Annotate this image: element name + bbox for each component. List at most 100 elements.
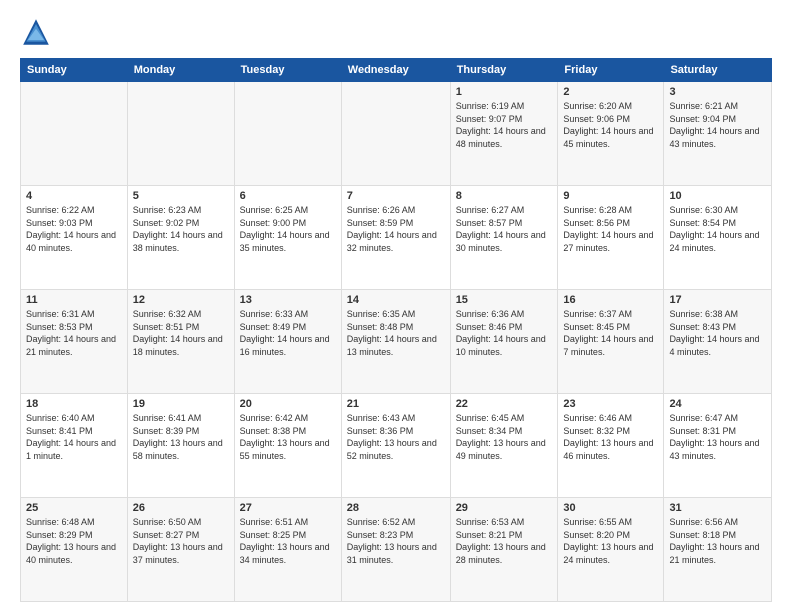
day-info: Sunrise: 6:50 AM Sunset: 8:27 PM Dayligh… (133, 516, 229, 566)
day-number: 19 (133, 398, 229, 410)
day-number: 21 (347, 398, 445, 410)
day-number: 27 (240, 502, 336, 514)
day-info: Sunrise: 6:35 AM Sunset: 8:48 PM Dayligh… (347, 308, 445, 358)
day-cell: 30 Sunrise: 6:55 AM Sunset: 8:20 PM Dayli… (558, 498, 664, 602)
day-cell: 8 Sunrise: 6:27 AM Sunset: 8:57 PM Daylig… (450, 186, 558, 290)
day-number: 20 (240, 398, 336, 410)
day-number: 3 (669, 86, 766, 98)
page: SundayMondayTuesdayWednesdayThursdayFrid… (0, 0, 792, 612)
day-cell: 26 Sunrise: 6:50 AM Sunset: 8:27 PM Dayli… (127, 498, 234, 602)
calendar-body: 1Sunrise: 6:19 AM Sunset: 9:07 PM Daylig… (21, 82, 772, 602)
header-day-monday: Monday (127, 59, 234, 82)
day-info: Sunrise: 6:38 AM Sunset: 8:43 PM Dayligh… (669, 308, 766, 358)
day-number: 12 (133, 294, 229, 306)
day-cell: 2 Sunrise: 6:20 AM Sunset: 9:06 PM Daylig… (558, 82, 664, 186)
day-cell: 21Sunrise: 6:43 AM Sunset: 8:36 PM Dayli… (341, 394, 450, 498)
day-info: Sunrise: 6:20 AM Sunset: 9:06 PM Dayligh… (563, 100, 658, 150)
day-number: 6 (240, 190, 336, 202)
day-number: 8 (456, 190, 553, 202)
day-cell: 17 Sunrise: 6:38 AM Sunset: 8:43 PM Dayli… (664, 290, 772, 394)
day-number: 28 (347, 502, 445, 514)
day-cell: 14Sunrise: 6:35 AM Sunset: 8:48 PM Dayli… (341, 290, 450, 394)
day-info: Sunrise: 6:41 AM Sunset: 8:39 PM Dayligh… (133, 412, 229, 462)
day-cell: 7 Sunrise: 6:26 AM Sunset: 8:59 PM Daylig… (341, 186, 450, 290)
day-cell: 31 Sunrise: 6:56 AM Sunset: 8:18 PM Dayli… (664, 498, 772, 602)
day-cell: 28 Sunrise: 6:52 AM Sunset: 8:23 PM Dayli… (341, 498, 450, 602)
day-number: 11 (26, 294, 122, 306)
header-day-wednesday: Wednesday (341, 59, 450, 82)
day-cell: 10 Sunrise: 6:30 AM Sunset: 8:54 PM Dayli… (664, 186, 772, 290)
day-cell: 18Sunrise: 6:40 AM Sunset: 8:41 PM Dayli… (21, 394, 128, 498)
day-info: Sunrise: 6:55 AM Sunset: 8:20 PM Dayligh… (563, 516, 658, 566)
day-number: 5 (133, 190, 229, 202)
header-day-thursday: Thursday (450, 59, 558, 82)
day-number: 26 (133, 502, 229, 514)
day-info: Sunrise: 6:51 AM Sunset: 8:25 PM Dayligh… (240, 516, 336, 566)
day-number: 24 (669, 398, 766, 410)
day-cell: 3 Sunrise: 6:21 AM Sunset: 9:04 PM Daylig… (664, 82, 772, 186)
day-cell (341, 82, 450, 186)
day-number: 17 (669, 294, 766, 306)
week-row-2: 4Sunrise: 6:22 AM Sunset: 9:03 PM Daylig… (21, 186, 772, 290)
day-info: Sunrise: 6:32 AM Sunset: 8:51 PM Dayligh… (133, 308, 229, 358)
day-number: 25 (26, 502, 122, 514)
day-info: Sunrise: 6:53 AM Sunset: 8:21 PM Dayligh… (456, 516, 553, 566)
day-info: Sunrise: 6:36 AM Sunset: 8:46 PM Dayligh… (456, 308, 553, 358)
day-info: Sunrise: 6:25 AM Sunset: 9:00 PM Dayligh… (240, 204, 336, 254)
day-cell: 16 Sunrise: 6:37 AM Sunset: 8:45 PM Dayli… (558, 290, 664, 394)
logo-icon (20, 16, 52, 48)
day-cell: 15 Sunrise: 6:36 AM Sunset: 8:46 PM Dayli… (450, 290, 558, 394)
day-cell: 25 Sunrise: 6:48 AM Sunset: 8:29 PM Dayli… (21, 498, 128, 602)
day-cell: 19 Sunrise: 6:41 AM Sunset: 8:39 PM Dayli… (127, 394, 234, 498)
calendar-header: SundayMondayTuesdayWednesdayThursdayFrid… (21, 59, 772, 82)
day-cell: 22Sunrise: 6:45 AM Sunset: 8:34 PM Dayli… (450, 394, 558, 498)
header-row: SundayMondayTuesdayWednesdayThursdayFrid… (21, 59, 772, 82)
day-number: 30 (563, 502, 658, 514)
week-row-5: 25 Sunrise: 6:48 AM Sunset: 8:29 PM Dayli… (21, 498, 772, 602)
day-number: 10 (669, 190, 766, 202)
day-cell: 27 Sunrise: 6:51 AM Sunset: 8:25 PM Dayli… (234, 498, 341, 602)
day-number: 7 (347, 190, 445, 202)
day-info: Sunrise: 6:27 AM Sunset: 8:57 PM Dayligh… (456, 204, 553, 254)
day-info: Sunrise: 6:47 AM Sunset: 8:31 PM Dayligh… (669, 412, 766, 462)
day-cell: 24 Sunrise: 6:47 AM Sunset: 8:31 PM Dayli… (664, 394, 772, 498)
day-info: Sunrise: 6:23 AM Sunset: 9:02 PM Dayligh… (133, 204, 229, 254)
day-number: 2 (563, 86, 658, 98)
day-number: 31 (669, 502, 766, 514)
week-row-4: 18Sunrise: 6:40 AM Sunset: 8:41 PM Dayli… (21, 394, 772, 498)
day-info: Sunrise: 6:56 AM Sunset: 8:18 PM Dayligh… (669, 516, 766, 566)
day-info: Sunrise: 6:28 AM Sunset: 8:56 PM Dayligh… (563, 204, 658, 254)
day-info: Sunrise: 6:37 AM Sunset: 8:45 PM Dayligh… (563, 308, 658, 358)
week-row-3: 11Sunrise: 6:31 AM Sunset: 8:53 PM Dayli… (21, 290, 772, 394)
day-info: Sunrise: 6:30 AM Sunset: 8:54 PM Dayligh… (669, 204, 766, 254)
header-day-friday: Friday (558, 59, 664, 82)
day-info: Sunrise: 6:19 AM Sunset: 9:07 PM Dayligh… (456, 100, 553, 150)
day-info: Sunrise: 6:26 AM Sunset: 8:59 PM Dayligh… (347, 204, 445, 254)
day-number: 22 (456, 398, 553, 410)
day-number: 15 (456, 294, 553, 306)
day-cell: 4Sunrise: 6:22 AM Sunset: 9:03 PM Daylig… (21, 186, 128, 290)
day-info: Sunrise: 6:46 AM Sunset: 8:32 PM Dayligh… (563, 412, 658, 462)
week-row-1: 1Sunrise: 6:19 AM Sunset: 9:07 PM Daylig… (21, 82, 772, 186)
day-number: 16 (563, 294, 658, 306)
day-cell (127, 82, 234, 186)
day-info: Sunrise: 6:52 AM Sunset: 8:23 PM Dayligh… (347, 516, 445, 566)
day-cell: 23Sunrise: 6:46 AM Sunset: 8:32 PM Dayli… (558, 394, 664, 498)
day-cell: 11Sunrise: 6:31 AM Sunset: 8:53 PM Dayli… (21, 290, 128, 394)
day-cell: 12 Sunrise: 6:32 AM Sunset: 8:51 PM Dayli… (127, 290, 234, 394)
day-number: 9 (563, 190, 658, 202)
day-cell (21, 82, 128, 186)
day-info: Sunrise: 6:48 AM Sunset: 8:29 PM Dayligh… (26, 516, 122, 566)
day-cell: 20Sunrise: 6:42 AM Sunset: 8:38 PM Dayli… (234, 394, 341, 498)
day-number: 13 (240, 294, 336, 306)
day-info: Sunrise: 6:22 AM Sunset: 9:03 PM Dayligh… (26, 204, 122, 254)
day-info: Sunrise: 6:21 AM Sunset: 9:04 PM Dayligh… (669, 100, 766, 150)
day-info: Sunrise: 6:40 AM Sunset: 8:41 PM Dayligh… (26, 412, 122, 462)
logo (20, 16, 58, 48)
day-cell: 1Sunrise: 6:19 AM Sunset: 9:07 PM Daylig… (450, 82, 558, 186)
calendar: SundayMondayTuesdayWednesdayThursdayFrid… (20, 58, 772, 602)
day-number: 29 (456, 502, 553, 514)
day-cell (234, 82, 341, 186)
day-cell: 29 Sunrise: 6:53 AM Sunset: 8:21 PM Dayli… (450, 498, 558, 602)
header-day-saturday: Saturday (664, 59, 772, 82)
